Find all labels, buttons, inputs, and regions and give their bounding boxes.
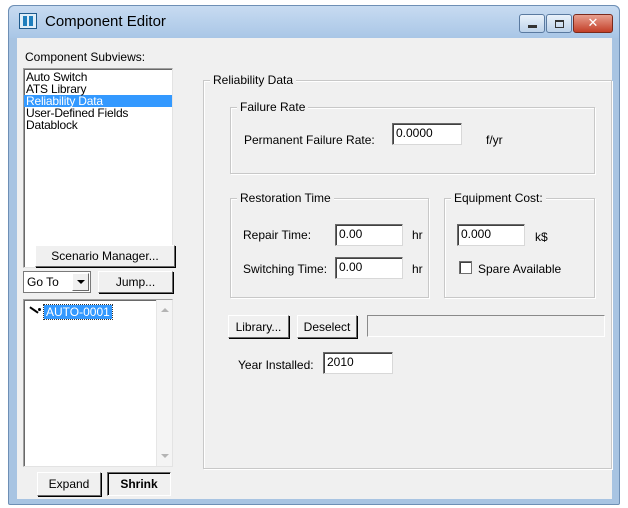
repair-time-unit: hr — [412, 228, 423, 242]
subviews-label: Component Subviews: — [25, 50, 146, 64]
switching-time-label: Switching Time: — [243, 262, 328, 276]
tree-item[interactable]: AUTO-0001 — [28, 304, 113, 320]
reliability-data-title: Reliability Data — [210, 73, 297, 87]
component-tree[interactable]: AUTO-0001 — [23, 299, 173, 467]
tree-scrollbar[interactable] — [156, 300, 172, 466]
switching-time-unit: hr — [412, 262, 423, 276]
equipment-cost-unit: k$ — [535, 230, 548, 244]
permanent-failure-rate-label: Permanent Failure Rate: — [244, 133, 375, 147]
component-editor-icon — [19, 13, 37, 29]
repair-time-label: Repair Time: — [243, 228, 312, 242]
switch-icon — [28, 306, 42, 318]
jump-button[interactable]: Jump... — [98, 271, 173, 293]
list-item[interactable]: Datablock — [24, 119, 172, 131]
restoration-time-title: Restoration Time — [237, 191, 334, 205]
equipment-cost-title: Equipment Cost: — [451, 191, 546, 205]
spare-available-checkbox[interactable] — [459, 261, 472, 274]
expand-button[interactable]: Expand — [37, 472, 101, 496]
year-installed-label: Year Installed: — [238, 358, 314, 372]
scroll-down-icon[interactable] — [161, 454, 169, 458]
close-icon: ✕ — [587, 16, 599, 31]
shrink-button[interactable]: Shrink — [107, 472, 171, 496]
maximize-button[interactable] — [546, 14, 572, 33]
scroll-up-icon[interactable] — [161, 308, 169, 312]
year-installed-field[interactable]: 2010 — [323, 352, 393, 374]
library-status-field — [367, 315, 605, 337]
window-title: Component Editor — [45, 13, 166, 30]
equipment-cost-field[interactable]: 0.000 — [457, 224, 525, 246]
chevron-down-icon[interactable] — [72, 273, 89, 291]
restoration-time-group: Restoration Time — [230, 191, 429, 298]
failure-rate-unit: f/yr — [486, 133, 503, 147]
close-button[interactable]: ✕ — [573, 14, 613, 33]
switching-time-field[interactable]: 0.00 — [335, 257, 403, 279]
editor-client-area: Component Subviews: Auto Switch ATS Libr… — [17, 38, 612, 499]
title-bar[interactable]: Component Editor ✕ — [9, 6, 619, 38]
subview-list[interactable]: Auto Switch ATS Library Reliability Data… — [23, 68, 173, 268]
maximize-icon — [554, 19, 564, 28]
scenario-manager-button[interactable]: Scenario Manager... — [35, 245, 175, 267]
library-button[interactable]: Library... — [228, 315, 289, 338]
failure-rate-title: Failure Rate — [237, 100, 309, 114]
goto-select[interactable]: Go To — [23, 271, 91, 293]
tree-item-label: AUTO-0001 — [43, 304, 113, 320]
minimize-icon — [527, 25, 537, 28]
goto-select-value: Go To — [27, 275, 59, 289]
component-editor-window: Component Editor ✕ Component Subviews: A… — [8, 5, 620, 505]
equipment-cost-group: Equipment Cost: — [444, 191, 595, 298]
spare-available-label: Spare Available — [478, 262, 562, 276]
permanent-failure-rate-field[interactable]: 0.0000 — [392, 123, 462, 145]
repair-time-field[interactable]: 0.00 — [335, 224, 403, 246]
deselect-button[interactable]: Deselect — [297, 315, 357, 338]
minimize-button[interactable] — [519, 14, 545, 33]
